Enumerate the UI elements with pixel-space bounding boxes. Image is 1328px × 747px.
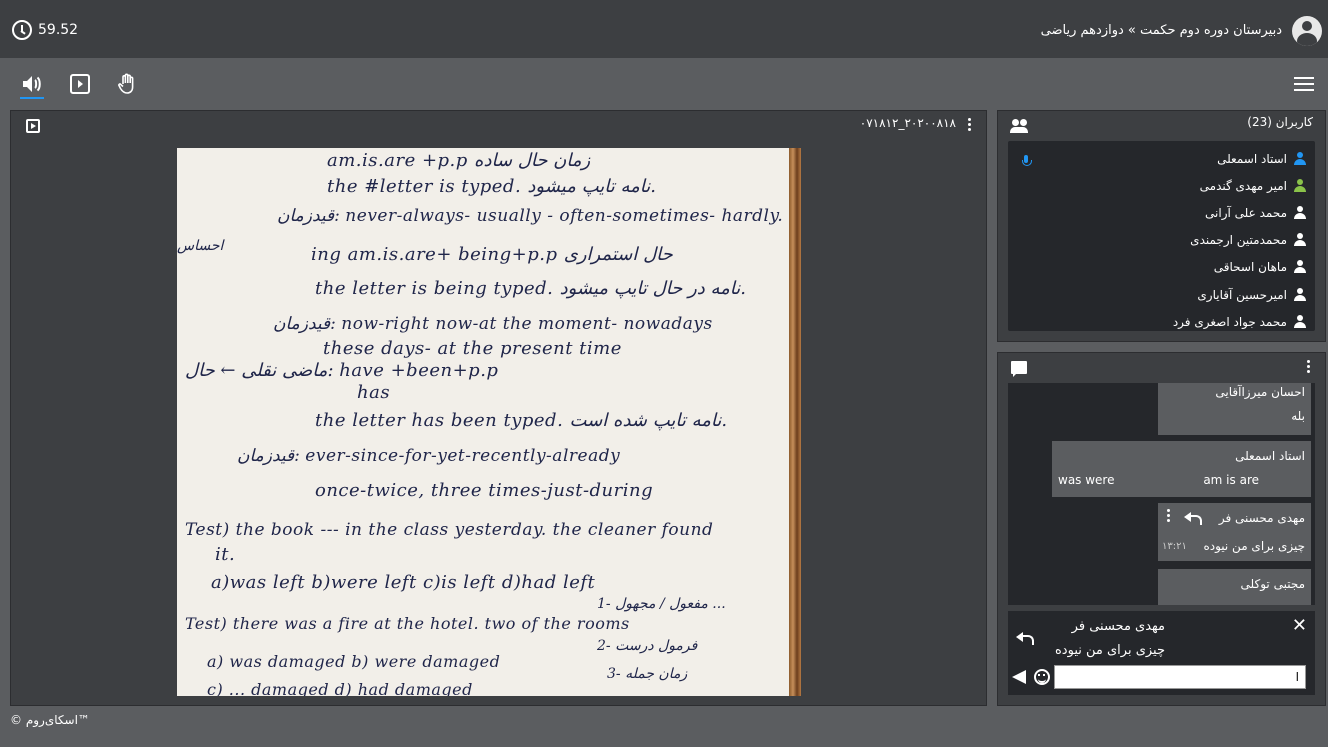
message-sender: مهدی محسنی فر [1218,511,1305,525]
note-line: 1- مفعول / مجهول ... [597,596,726,612]
note-line: a) was damaged b) were damaged [207,652,501,671]
user-row[interactable]: استاد اسمعلی [1217,149,1307,169]
note-line: c) ... damaged d) had damaged [207,680,473,696]
toolbar [0,58,1328,108]
note-line: the letter is being typed. نامه در حال ت… [315,278,747,299]
clock-icon [12,20,32,40]
reply-icon [1016,631,1034,645]
user-name: استاد اسمعلی [1217,152,1287,166]
message-options-icon[interactable] [1166,509,1170,523]
note-line: 3- زمان جمله [607,666,688,682]
note-line: قیدزمان: never-always- usually - often-s… [277,206,784,226]
breadcrumb: دبیرستان دوره دوم حکمت » دوازدهم ریاضی [1040,23,1282,38]
user-name: امیرحسین آقایاری [1197,288,1287,302]
speaker-icon[interactable] [20,72,44,99]
slide-image: am.is.are +p.p زمان حال ساده the #letter… [177,148,801,696]
more-options-icon[interactable] [968,118,972,132]
note-line: am.is.are +p.p زمان حال ساده [327,150,591,171]
chat-message[interactable]: احسان میرزاآقایی بله [1158,383,1311,435]
timer-value: 59.52 [38,22,79,38]
note-line: it. [215,544,236,565]
note-line: قیدزمان: now-right now-at the moment- no… [273,314,713,334]
note-line: a)was left b)were left c)is left d)had l… [211,572,596,593]
note-line: احساس [177,238,224,254]
reply-icon[interactable] [1184,511,1202,525]
person-icon [1293,288,1307,302]
message-body: was were [1058,473,1115,487]
note-line: ماضی نقلی ← حال: have +been+p.p [185,360,499,381]
note-line: the letter has been typed. نامه تایپ شده… [315,410,728,431]
user-row[interactable]: امیر مهدی گندمی [1200,176,1307,196]
menu-icon[interactable] [1294,77,1314,91]
user-name: امیر مهدی گندمی [1199,179,1287,193]
user-name: محمد علی آرانی [1205,206,1287,220]
user-name: محمدمتین ارجمندی [1190,233,1287,247]
emoji-icon[interactable] [1034,669,1050,685]
user-row[interactable]: ماهان اسحاقی [1214,257,1307,277]
user-name: ماهان اسحاقی [1213,260,1287,274]
message-body: am is are [1203,473,1259,487]
chat-messages: احسان میرزاآقایی بله استاد اسمعلی am is … [1008,383,1315,605]
person-icon [1293,260,1307,274]
note-line: قیدزمان: ever-since-for-yet-recently-alr… [237,446,621,466]
message-sender: احسان میرزاآقایی [1215,385,1305,399]
user-row[interactable]: محمد جواد اصغری فرد [1173,312,1307,331]
user-name: محمد جواد اصغری فرد [1172,315,1287,329]
reply-sender: مهدی محسنی فر [1071,619,1165,634]
message-sender: استاد اسمعلی [1235,449,1305,463]
chat-message[interactable]: مجتبی توکلی [1158,569,1311,605]
microphone-icon [1022,155,1032,167]
chat-options-icon[interactable] [1307,360,1311,374]
users-panel: کاربران (23) استاد اسمعلی امیر مهدی گندم… [997,110,1326,342]
avatar-icon[interactable] [1292,16,1322,46]
message-sender: مجتبی توکلی [1240,577,1305,591]
note-line: Test) the book --- in the class yesterda… [185,520,714,540]
top-bar: 59.52 دبیرستان دوره دوم حکمت » دوازدهم ر… [0,0,1328,58]
close-icon[interactable]: ✕ [1292,617,1307,635]
chat-message[interactable]: مهدی محسنی فر چیزی برای من نیوده ۱۳:۲۱ [1158,503,1311,561]
note-line: 2- فرمول درست [597,638,698,654]
person-icon [1293,179,1307,193]
message-body: بله [1291,409,1305,423]
presentation-icon[interactable] [68,72,92,96]
presentation-panel: ۰۷۱۸۱۲_۲۰۲۰۰۸۱۸ am.is.are +p.p زمان حال … [10,110,987,706]
user-row[interactable]: محمد علی آرانی [1205,203,1307,223]
slide-edge [789,148,801,696]
raise-hand-icon[interactable] [116,72,140,96]
person-icon [1293,315,1307,329]
person-icon [1293,233,1307,247]
users-list: استاد اسمعلی امیر مهدی گندمی محمد علی آر… [1008,141,1315,331]
note-line: ing am.is.are+ being+p.p حال استمراری [311,244,673,265]
note-line: Test) there was a fire at the hotel. two… [185,614,630,633]
note-line: these days- at the present time [323,338,622,359]
user-row[interactable]: امیرحسین آقایاری [1197,285,1307,305]
presentation-play-icon[interactable] [26,119,40,133]
reply-preview: ✕ مهدی محسنی فر چیزی برای من نیوده [1008,611,1315,695]
message-time: ۱۳:۲۱ [1162,541,1187,552]
chat-panel: احسان میرزاآقایی بله استاد اسمعلی am is … [997,352,1326,706]
person-icon [1293,206,1307,220]
message-body: چیزی برای من نیوده [1203,539,1305,553]
users-icon [1010,119,1030,133]
chat-message[interactable]: استاد اسمعلی am is are was were [1052,441,1311,497]
users-title: کاربران (23) [1247,115,1313,129]
note-line: the #letter is typed. نامه تایپ میشود. [327,176,656,197]
note-line: has [357,382,391,403]
person-icon [1293,152,1307,166]
note-line: once-twice, three times-just-during [315,480,654,501]
user-row[interactable]: محمدمتین ارجمندی [1190,230,1307,250]
reply-text: چیزی برای من نیوده [1055,643,1165,658]
presentation-title: ۰۷۱۸۱۲_۲۰۲۰۰۸۱۸ [859,116,956,130]
footer-brand: © اسکای‌روم™ [10,713,90,727]
chat-input[interactable] [1054,665,1306,689]
session-timer: 59.52 [12,20,78,40]
chat-icon [1011,361,1027,377]
send-icon[interactable] [1012,670,1026,684]
